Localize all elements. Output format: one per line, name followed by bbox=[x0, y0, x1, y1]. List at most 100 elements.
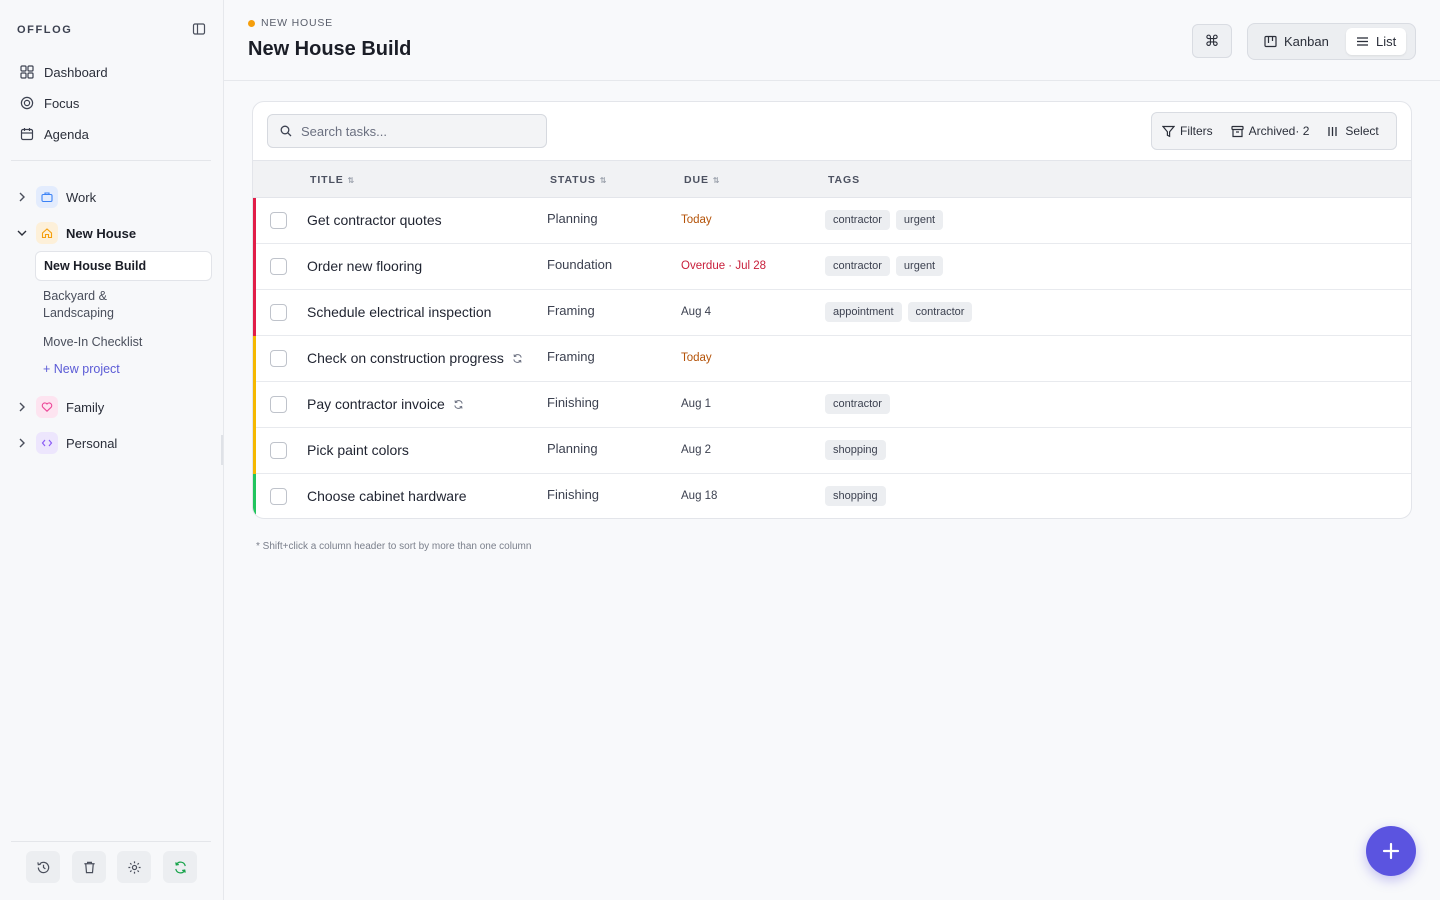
task-checkbox[interactable] bbox=[270, 396, 287, 413]
table-row[interactable]: Order new flooring Foundation Overdue · Ju… bbox=[253, 244, 1411, 290]
priority-indicator bbox=[253, 474, 256, 518]
table-tools: Filters Archived· 2 Select bbox=[1151, 112, 1397, 150]
table-row[interactable]: Pay contractor invoice Finishing Aug 1 cont… bbox=[253, 382, 1411, 428]
briefcase-icon bbox=[36, 186, 58, 208]
view-toggle: Kanban List bbox=[1247, 23, 1416, 60]
area-personal-label: Personal bbox=[66, 435, 118, 451]
tag-chip[interactable]: urgent bbox=[895, 256, 944, 276]
task-title[interactable]: Check on construction progress bbox=[307, 350, 523, 366]
grid-icon bbox=[20, 65, 34, 79]
task-status[interactable]: Planning bbox=[547, 441, 598, 456]
tag-chip[interactable]: shopping bbox=[825, 440, 886, 460]
sort-icon: ⇅ bbox=[347, 175, 356, 185]
area-personal[interactable]: Personal bbox=[16, 431, 117, 455]
task-title-text: Pay contractor invoice bbox=[307, 396, 445, 412]
task-checkbox[interactable] bbox=[270, 350, 287, 367]
chevron-down-icon bbox=[17, 230, 27, 236]
table-row[interactable]: Get contractor quotes Planning Today contra… bbox=[253, 198, 1411, 244]
nav-dashboard[interactable]: Dashboard bbox=[20, 61, 108, 83]
table-row[interactable]: Schedule electrical inspection Framing Aug… bbox=[253, 290, 1411, 336]
task-checkbox[interactable] bbox=[270, 258, 287, 275]
column-tags-label: TAGS bbox=[828, 174, 860, 186]
task-due-date[interactable]: Aug 2 bbox=[681, 444, 711, 456]
search-box[interactable] bbox=[267, 114, 547, 148]
search-input[interactable] bbox=[301, 123, 531, 139]
area-new-house[interactable]: New House bbox=[16, 221, 136, 245]
search-icon bbox=[280, 125, 292, 137]
task-status[interactable]: Foundation bbox=[547, 257, 612, 272]
task-title[interactable]: Schedule electrical inspection bbox=[307, 304, 491, 320]
nav-focus[interactable]: Focus bbox=[20, 92, 79, 114]
area-new-house-label: New House bbox=[66, 225, 137, 241]
column-header-title[interactable]: TITLE ⇅ bbox=[310, 174, 355, 186]
task-due-date[interactable]: Aug 18 bbox=[681, 490, 717, 502]
tag-chip[interactable]: appointment bbox=[825, 302, 902, 322]
sidebar-bottom-divider bbox=[11, 841, 211, 842]
task-title[interactable]: Pick paint colors bbox=[307, 442, 409, 458]
tag-chip[interactable]: urgent bbox=[895, 210, 944, 230]
tag-chip[interactable]: contractor bbox=[907, 302, 973, 322]
nav-agenda[interactable]: Agenda bbox=[20, 123, 89, 145]
sidebar-resize-handle[interactable] bbox=[221, 435, 223, 465]
breadcrumb[interactable]: NEW HOUSE bbox=[248, 17, 333, 29]
sort-icon: ⇅ bbox=[599, 175, 608, 185]
settings-button[interactable] bbox=[117, 851, 151, 883]
tag-chip[interactable]: contractor bbox=[825, 210, 890, 230]
table-row[interactable]: Pick paint colors Planning Aug 2 shopping bbox=[253, 428, 1411, 474]
command-palette-button[interactable]: ⌘ bbox=[1192, 24, 1232, 58]
table-row[interactable]: Check on construction progress Framing Tod… bbox=[253, 336, 1411, 382]
tag-chip[interactable]: shopping bbox=[825, 486, 886, 506]
sidebar-collapse-button[interactable] bbox=[192, 22, 206, 36]
select-columns-button[interactable]: Select bbox=[1327, 124, 1379, 138]
task-status[interactable]: Finishing bbox=[547, 395, 599, 410]
task-checkbox[interactable] bbox=[270, 488, 287, 505]
page-title: New House Build bbox=[248, 38, 412, 60]
task-tags: shopping bbox=[825, 486, 886, 506]
column-header-status[interactable]: STATUS ⇅ bbox=[550, 174, 607, 186]
column-header-due[interactable]: DUE ⇅ bbox=[684, 174, 720, 186]
sync-button[interactable] bbox=[163, 851, 197, 883]
filters-button[interactable]: Filters bbox=[1162, 124, 1213, 138]
app-brand: OFFLOG bbox=[17, 24, 73, 36]
archived-button[interactable]: Archived· 2 bbox=[1231, 124, 1309, 138]
project-new-house-build[interactable]: New House Build bbox=[35, 251, 212, 281]
tag-chip[interactable]: contractor bbox=[825, 394, 890, 414]
task-status[interactable]: Planning bbox=[547, 211, 598, 226]
tag-chip[interactable]: contractor bbox=[825, 256, 890, 276]
task-due-date[interactable]: Aug 4 bbox=[681, 306, 711, 318]
project-backyard-landscaping[interactable]: Backyard & Landscaping bbox=[43, 288, 153, 322]
task-due-date[interactable]: Overdue · Jul 28 bbox=[681, 260, 766, 272]
task-title[interactable]: Choose cabinet hardware bbox=[307, 488, 467, 504]
list-view-button[interactable]: List bbox=[1346, 28, 1407, 55]
task-title[interactable]: Get contractor quotes bbox=[307, 212, 442, 228]
task-checkbox[interactable] bbox=[270, 304, 287, 321]
task-title[interactable]: Pay contractor invoice bbox=[307, 396, 464, 412]
table-row[interactable]: Choose cabinet hardware Finishing Aug 18 sh… bbox=[253, 474, 1411, 518]
task-checkbox[interactable] bbox=[270, 442, 287, 459]
task-due-date[interactable]: Today bbox=[681, 214, 712, 226]
priority-indicator bbox=[253, 382, 256, 428]
kanban-view-button[interactable]: Kanban bbox=[1254, 28, 1339, 55]
task-checkbox[interactable] bbox=[270, 212, 287, 229]
task-title[interactable]: Order new flooring bbox=[307, 258, 422, 274]
history-icon bbox=[36, 861, 49, 873]
trash-button[interactable] bbox=[72, 851, 106, 883]
area-work[interactable]: Work bbox=[16, 185, 96, 209]
task-status[interactable]: Finishing bbox=[547, 487, 599, 502]
task-due-date[interactable]: Today bbox=[681, 352, 712, 364]
new-project-link[interactable]: + New project bbox=[43, 362, 120, 376]
add-task-button[interactable] bbox=[1366, 826, 1416, 876]
kanban-icon bbox=[1264, 35, 1277, 48]
task-title-text: Order new flooring bbox=[307, 258, 423, 274]
history-button[interactable] bbox=[26, 851, 60, 883]
task-tags: contractor urgent bbox=[825, 210, 944, 230]
task-status[interactable]: Framing bbox=[547, 303, 595, 318]
task-due-date[interactable]: Aug 1 bbox=[681, 398, 711, 410]
kanban-label: Kanban bbox=[1284, 34, 1329, 49]
project-move-in-checklist[interactable]: Move-In Checklist bbox=[43, 334, 142, 351]
sidebar-toggle-icon bbox=[192, 23, 206, 35]
task-status[interactable]: Framing bbox=[547, 349, 595, 364]
area-family[interactable]: Family bbox=[16, 395, 104, 419]
list-label: List bbox=[1376, 34, 1397, 49]
nav-agenda-label: Agenda bbox=[44, 126, 89, 142]
